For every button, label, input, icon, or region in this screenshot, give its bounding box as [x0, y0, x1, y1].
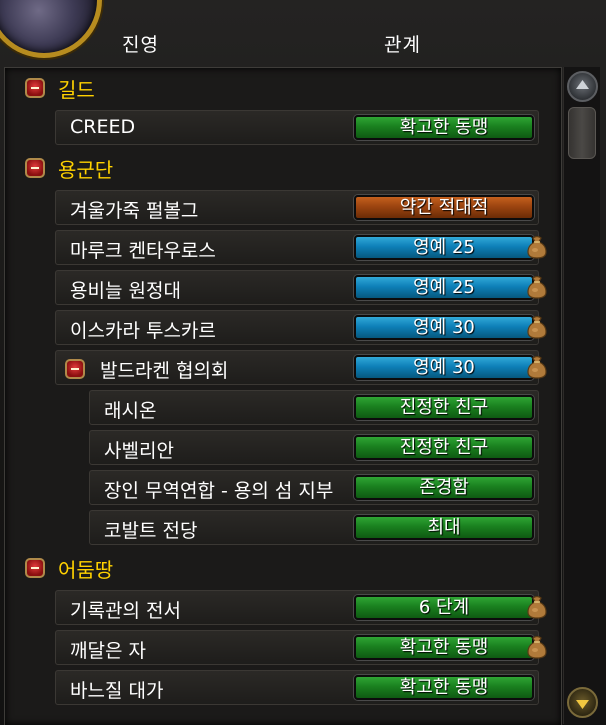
faction-name: 사벨리안	[104, 440, 174, 462]
collapse-minus-icon[interactable]	[25, 558, 45, 578]
reputation-row[interactable]: 래시온 진정한 친구	[89, 390, 539, 425]
standing-bar[interactable]: 영예 30	[354, 355, 534, 380]
collapse-minus-icon[interactable]	[25, 158, 45, 178]
standing-bar[interactable]: 영예 25	[354, 275, 534, 300]
reputation-row[interactable]: 발드라켄 협의회 영예 30	[55, 350, 539, 385]
reputation-row[interactable]: 깨달은 자 확고한 동맹	[55, 630, 539, 665]
standing-bar[interactable]: 확고한 동맹	[354, 115, 534, 140]
faction-group-label: 길드	[58, 78, 95, 102]
collapse-minus-icon[interactable]	[25, 78, 45, 98]
standing-label: 확고한 동맹	[399, 637, 489, 658]
faction-group-label: 어둠땅	[58, 558, 114, 582]
standing-label: 존경함	[419, 477, 469, 498]
standing-bar[interactable]: 약간 적대적	[354, 195, 534, 220]
reputation-row[interactable]: 바느질 대가 확고한 동맹	[55, 670, 539, 705]
reward-bag-icon[interactable]	[525, 594, 549, 620]
faction-name: 마루크 켄타우로스	[70, 240, 216, 262]
reward-bag-icon[interactable]	[525, 634, 549, 660]
scroll-down-button[interactable]	[567, 687, 598, 718]
faction-name: 발드라켄 협의회	[100, 360, 229, 382]
faction-name: 바느질 대가	[70, 680, 164, 702]
reputation-row[interactable]: 코발트 전당 최대	[89, 510, 539, 545]
faction-name: 이스카라 투스카르	[70, 320, 216, 342]
reward-bag-icon[interactable]	[525, 274, 549, 300]
column-header-relation[interactable]: 관계	[384, 30, 421, 57]
standing-bar[interactable]: 진정한 친구	[354, 435, 534, 460]
standing-label: 6 단계	[418, 597, 470, 618]
arrow-down-icon	[576, 700, 589, 709]
faction-group-label: 용군단	[58, 158, 114, 182]
faction-group-header[interactable]: 어둠땅	[20, 550, 540, 586]
reputation-row[interactable]: 이스카라 투스카르 영예 30	[55, 310, 539, 345]
standing-label: 영예 25	[413, 277, 475, 298]
faction-name: 용비늘 원정대	[70, 280, 181, 302]
faction-name: 깨달은 자	[70, 640, 146, 662]
faction-name: 장인 무역연합 - 용의 섬 지부	[104, 480, 334, 502]
reputation-frame: 진영 관계 길드 CREED 확고한 동맹 용군단 겨울가죽 펄볼그 약간 적대적 마루크 …	[0, 0, 606, 725]
standing-bar[interactable]: 6 단계	[354, 595, 534, 620]
faction-name: 기록관의 전서	[70, 600, 181, 622]
standing-label: 진정한 친구	[399, 437, 489, 458]
reward-bag-icon[interactable]	[525, 234, 549, 260]
faction-name: 래시온	[104, 400, 157, 422]
scrollbar[interactable]	[563, 67, 600, 724]
standing-label: 영예 30	[413, 317, 475, 338]
standing-bar[interactable]: 영예 25	[354, 235, 534, 260]
standing-label: 진정한 친구	[399, 397, 489, 418]
reputation-row[interactable]: 용비늘 원정대 영예 25	[55, 270, 539, 305]
standing-bar[interactable]: 최대	[354, 515, 534, 540]
standing-bar[interactable]: 영예 30	[354, 315, 534, 340]
standing-bar[interactable]: 존경함	[354, 475, 534, 500]
faction-group-header[interactable]: 용군단	[20, 150, 540, 186]
scroll-up-button[interactable]	[567, 71, 598, 102]
reward-bag-icon[interactable]	[525, 354, 549, 380]
standing-label: 영예 25	[413, 237, 475, 258]
faction-name: 코발트 전당	[104, 520, 198, 542]
reputation-row[interactable]: 장인 무역연합 - 용의 섬 지부 존경함	[89, 470, 539, 505]
reputation-row[interactable]: 마루크 켄타우로스 영예 25	[55, 230, 539, 265]
reputation-row[interactable]: 사벨리안 진정한 친구	[89, 430, 539, 465]
collapse-minus-icon[interactable]	[65, 359, 85, 379]
standing-label: 약간 적대적	[399, 197, 489, 218]
reputation-row[interactable]: 기록관의 전서 6 단계	[55, 590, 539, 625]
reputation-row[interactable]: 겨울가죽 펄볼그 약간 적대적	[55, 190, 539, 225]
character-portrait	[0, 0, 102, 58]
standing-label: 확고한 동맹	[399, 677, 489, 698]
reward-bag-icon[interactable]	[525, 314, 549, 340]
column-header-faction[interactable]: 진영	[122, 30, 159, 57]
standing-bar[interactable]: 진정한 친구	[354, 395, 534, 420]
standing-label: 확고한 동맹	[399, 117, 489, 138]
faction-name: 겨울가죽 펄볼그	[70, 200, 199, 222]
standing-label: 영예 30	[413, 357, 475, 378]
scroll-thumb[interactable]	[568, 107, 596, 159]
faction-group-header[interactable]: 길드	[20, 70, 540, 106]
standing-bar[interactable]: 확고한 동맹	[354, 635, 534, 660]
faction-name: CREED	[70, 116, 136, 138]
arrow-up-icon	[576, 80, 589, 89]
reputation-row[interactable]: CREED 확고한 동맹	[55, 110, 539, 145]
standing-bar[interactable]: 확고한 동맹	[354, 675, 534, 700]
standing-label: 최대	[427, 517, 461, 538]
